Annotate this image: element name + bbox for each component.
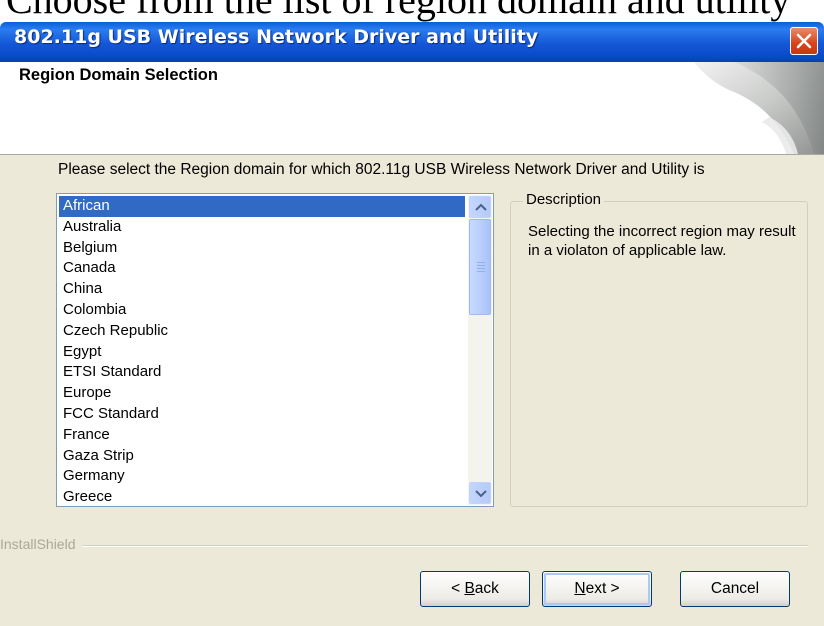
installshield-divider <box>0 545 808 547</box>
region-list-item[interactable]: Germany <box>59 466 465 487</box>
scroll-up-icon <box>475 203 487 211</box>
header-banner: Region Domain Selection <box>0 62 824 155</box>
region-list: African Australia Belgium Canada China Colomb… <box>59 196 465 506</box>
page-title: Region Domain Selection <box>19 66 218 84</box>
region-list-item[interactable]: African <box>59 196 465 217</box>
instruction-text: Please select the Region domain for whic… <box>58 161 705 178</box>
region-list-item[interactable]: Czech Republic <box>59 321 465 342</box>
region-listbox[interactable]: African Australia Belgium Canada China Colomb… <box>56 193 494 507</box>
list-scrollbar[interactable] <box>468 195 492 505</box>
region-list-item[interactable]: Gaza Strip <box>59 446 465 467</box>
region-list-item[interactable]: Colombia <box>59 300 465 321</box>
next-button[interactable]: Next > <box>542 571 652 607</box>
region-list-item[interactable]: Australia <box>59 217 465 238</box>
next-button-label: ext > <box>585 580 620 597</box>
scroll-grip <box>477 262 485 274</box>
description-legend: Description <box>523 191 605 208</box>
description-text: Selecting the incorrect region may resul… <box>528 223 796 259</box>
wizard-graphic-icon <box>694 62 824 154</box>
scroll-down-button[interactable] <box>469 482 491 504</box>
region-list-item[interactable]: China <box>59 279 465 300</box>
region-list-item[interactable]: FCC Standard <box>59 404 465 425</box>
dialog-body: Please select the Region domain for whic… <box>0 155 824 626</box>
scroll-down-icon <box>475 490 487 498</box>
region-list-item[interactable]: ETSI Standard <box>59 362 465 383</box>
scroll-up-button[interactable] <box>469 196 491 218</box>
title-bar[interactable]: 802.11g USB Wireless Network Driver and … <box>0 22 824 62</box>
back-button-prefix: < <box>451 580 465 597</box>
region-list-item[interactable]: Egypt <box>59 342 465 363</box>
close-icon <box>796 33 812 49</box>
region-list-item[interactable]: Canada <box>59 258 465 279</box>
region-list-item[interactable]: Europe <box>59 383 465 404</box>
region-list-item[interactable]: France <box>59 425 465 446</box>
description-groupbox: Description Selecting the incorrect regi… <box>510 191 808 507</box>
region-list-item[interactable]: Belgium <box>59 238 465 259</box>
close-button[interactable] <box>790 27 818 55</box>
cancel-button[interactable]: Cancel <box>680 571 790 607</box>
installer-dialog: 802.11g USB Wireless Network Driver and … <box>0 0 824 626</box>
region-list-item[interactable]: Greece <box>59 487 465 506</box>
window-title: 802.11g USB Wireless Network Driver and … <box>14 26 539 48</box>
scroll-thumb[interactable] <box>469 219 491 315</box>
installshield-label: InstallShield <box>0 536 82 552</box>
back-button-mnemonic: B <box>464 580 475 597</box>
back-button[interactable]: < Back <box>420 571 530 607</box>
back-button-label: ack <box>474 580 499 597</box>
next-button-mnemonic: N <box>574 580 586 597</box>
